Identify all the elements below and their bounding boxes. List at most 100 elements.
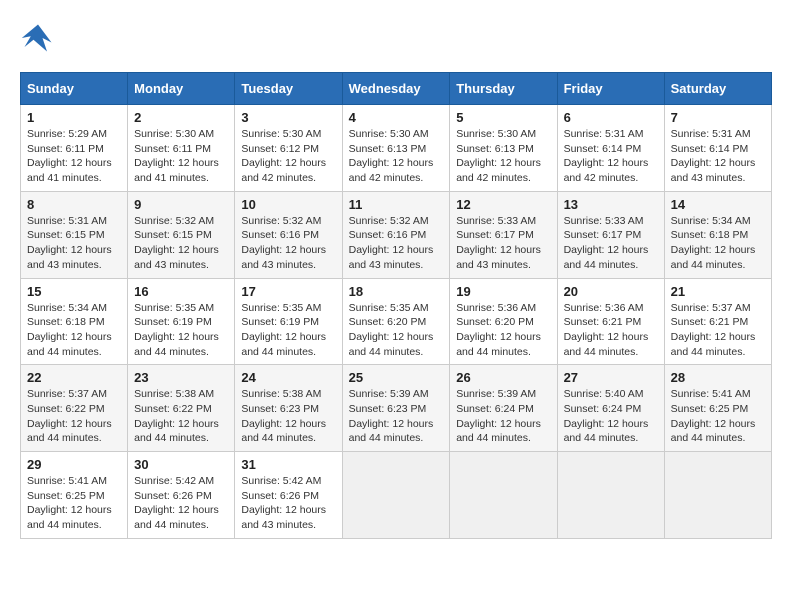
day-info: Sunrise: 5:29 AMSunset: 6:11 PMDaylight:…	[27, 127, 121, 186]
day-info: Sunrise: 5:37 AMSunset: 6:22 PMDaylight:…	[27, 387, 121, 446]
day-info: Sunrise: 5:37 AMSunset: 6:21 PMDaylight:…	[671, 301, 765, 360]
day-info: Sunrise: 5:39 AMSunset: 6:23 PMDaylight:…	[349, 387, 444, 446]
calendar-cell: 13 Sunrise: 5:33 AMSunset: 6:17 PMDayligh…	[557, 191, 664, 278]
day-number: 6	[564, 110, 658, 125]
day-number: 24	[241, 370, 335, 385]
calendar-cell: 15 Sunrise: 5:34 AMSunset: 6:18 PMDayligh…	[21, 278, 128, 365]
weekday-header: Tuesday	[235, 73, 342, 105]
calendar-table: SundayMondayTuesdayWednesdayThursdayFrid…	[20, 72, 772, 539]
day-info: Sunrise: 5:31 AMSunset: 6:14 PMDaylight:…	[564, 127, 658, 186]
calendar-cell: 27 Sunrise: 5:40 AMSunset: 6:24 PMDayligh…	[557, 365, 664, 452]
day-info: Sunrise: 5:36 AMSunset: 6:20 PMDaylight:…	[456, 301, 550, 360]
day-info: Sunrise: 5:34 AMSunset: 6:18 PMDaylight:…	[27, 301, 121, 360]
calendar-cell: 23Sunrise: 5:38 AMSunset: 6:22 PMDayligh…	[128, 365, 235, 452]
weekday-header: Monday	[128, 73, 235, 105]
day-number: 28	[671, 370, 765, 385]
day-info: Sunrise: 5:36 AMSunset: 6:21 PMDaylight:…	[564, 301, 658, 360]
logo-icon	[20, 20, 56, 56]
day-number: 20	[564, 284, 658, 299]
logo	[20, 20, 60, 56]
day-number: 22	[27, 370, 121, 385]
day-number: 21	[671, 284, 765, 299]
calendar-cell: 8 Sunrise: 5:31 AMSunset: 6:15 PMDaylight…	[21, 191, 128, 278]
day-info: Sunrise: 5:33 AMSunset: 6:17 PMDaylight:…	[456, 214, 550, 273]
calendar-cell: 31 Sunrise: 5:42 AMSunset: 6:26 PMDayligh…	[235, 452, 342, 539]
calendar-cell: 7 Sunrise: 5:31 AMSunset: 6:14 PMDaylight…	[664, 105, 771, 192]
calendar-cell: 26 Sunrise: 5:39 AMSunset: 6:24 PMDayligh…	[450, 365, 557, 452]
day-number: 8	[27, 197, 121, 212]
calendar-cell: 16 Sunrise: 5:35 AMSunset: 6:19 PMDayligh…	[128, 278, 235, 365]
calendar-cell: 28 Sunrise: 5:41 AMSunset: 6:25 PMDayligh…	[664, 365, 771, 452]
day-info: Sunrise: 5:32 AMSunset: 6:16 PMDaylight:…	[349, 214, 444, 273]
day-number: 19	[456, 284, 550, 299]
calendar-cell	[664, 452, 771, 539]
day-number: 16	[134, 284, 228, 299]
day-number: 13	[564, 197, 658, 212]
weekday-header: Friday	[557, 73, 664, 105]
day-number: 9	[134, 197, 228, 212]
calendar-cell: 18 Sunrise: 5:35 AMSunset: 6:20 PMDayligh…	[342, 278, 450, 365]
day-info: Sunrise: 5:35 AMSunset: 6:20 PMDaylight:…	[349, 301, 444, 360]
day-info: Sunrise: 5:41 AMSunset: 6:25 PMDaylight:…	[27, 474, 121, 533]
calendar-cell: 17 Sunrise: 5:35 AMSunset: 6:19 PMDayligh…	[235, 278, 342, 365]
day-number: 15	[27, 284, 121, 299]
weekday-header: Saturday	[664, 73, 771, 105]
day-number: 3	[241, 110, 335, 125]
day-number: 27	[564, 370, 658, 385]
calendar-cell: 1 Sunrise: 5:29 AMSunset: 6:11 PMDaylight…	[21, 105, 128, 192]
calendar-cell: 2 Sunrise: 5:30 AMSunset: 6:11 PMDaylight…	[128, 105, 235, 192]
calendar-cell: 4Sunrise: 5:30 AMSunset: 6:13 PMDaylight…	[342, 105, 450, 192]
calendar-cell: 29 Sunrise: 5:41 AMSunset: 6:25 PMDayligh…	[21, 452, 128, 539]
day-info: Sunrise: 5:30 AMSunset: 6:11 PMDaylight:…	[134, 127, 228, 186]
calendar-cell: 19 Sunrise: 5:36 AMSunset: 6:20 PMDayligh…	[450, 278, 557, 365]
day-info: Sunrise: 5:41 AMSunset: 6:25 PMDaylight:…	[671, 387, 765, 446]
day-number: 29	[27, 457, 121, 472]
day-info: Sunrise: 5:33 AMSunset: 6:17 PMDaylight:…	[564, 214, 658, 273]
day-number: 25	[349, 370, 444, 385]
day-number: 14	[671, 197, 765, 212]
day-info: Sunrise: 5:31 AMSunset: 6:14 PMDaylight:…	[671, 127, 765, 186]
calendar-cell: 22 Sunrise: 5:37 AMSunset: 6:22 PMDayligh…	[21, 365, 128, 452]
calendar-cell: 11 Sunrise: 5:32 AMSunset: 6:16 PMDayligh…	[342, 191, 450, 278]
calendar-cell: 14 Sunrise: 5:34 AMSunset: 6:18 PMDayligh…	[664, 191, 771, 278]
day-number: 17	[241, 284, 335, 299]
day-info: Sunrise: 5:34 AMSunset: 6:18 PMDaylight:…	[671, 214, 765, 273]
calendar-cell: 12 Sunrise: 5:33 AMSunset: 6:17 PMDayligh…	[450, 191, 557, 278]
day-info: Sunrise: 5:31 AMSunset: 6:15 PMDaylight:…	[27, 214, 121, 273]
day-info: Sunrise: 5:32 AMSunset: 6:15 PMDaylight:…	[134, 214, 228, 273]
day-info: Sunrise: 5:40 AMSunset: 6:24 PMDaylight:…	[564, 387, 658, 446]
day-number: 31	[241, 457, 335, 472]
day-info: Sunrise: 5:42 AMSunset: 6:26 PMDaylight:…	[241, 474, 335, 533]
day-info: Sunrise: 5:39 AMSunset: 6:24 PMDaylight:…	[456, 387, 550, 446]
calendar-cell: 25 Sunrise: 5:39 AMSunset: 6:23 PMDayligh…	[342, 365, 450, 452]
calendar-cell: 3Sunrise: 5:30 AMSunset: 6:12 PMDaylight…	[235, 105, 342, 192]
calendar-cell: 20 Sunrise: 5:36 AMSunset: 6:21 PMDayligh…	[557, 278, 664, 365]
weekday-header: Thursday	[450, 73, 557, 105]
day-info: Sunrise: 5:35 AMSunset: 6:19 PMDaylight:…	[134, 301, 228, 360]
calendar-cell: 30 Sunrise: 5:42 AMSunset: 6:26 PMDayligh…	[128, 452, 235, 539]
calendar-cell: 10 Sunrise: 5:32 AMSunset: 6:16 PMDayligh…	[235, 191, 342, 278]
day-info: Sunrise: 5:35 AMSunset: 6:19 PMDaylight:…	[241, 301, 335, 360]
calendar-cell: 6 Sunrise: 5:31 AMSunset: 6:14 PMDaylight…	[557, 105, 664, 192]
day-number: 11	[349, 197, 444, 212]
day-number: 18	[349, 284, 444, 299]
page-header	[20, 20, 772, 56]
calendar-cell: 21 Sunrise: 5:37 AMSunset: 6:21 PMDayligh…	[664, 278, 771, 365]
day-number: 1	[27, 110, 121, 125]
day-number: 7	[671, 110, 765, 125]
day-number: 30	[134, 457, 228, 472]
calendar-cell: 5Sunrise: 5:30 AMSunset: 6:13 PMDaylight…	[450, 105, 557, 192]
day-number: 10	[241, 197, 335, 212]
day-info: Sunrise: 5:42 AMSunset: 6:26 PMDaylight:…	[134, 474, 228, 533]
day-number: 12	[456, 197, 550, 212]
day-number: 26	[456, 370, 550, 385]
calendar-cell	[342, 452, 450, 539]
day-number: 2	[134, 110, 228, 125]
day-info: Sunrise: 5:38 AMSunset: 6:22 PMDaylight:…	[134, 387, 228, 446]
day-info: Sunrise: 5:30 AMSunset: 6:13 PMDaylight:…	[456, 127, 550, 186]
weekday-header: Sunday	[21, 73, 128, 105]
day-info: Sunrise: 5:38 AMSunset: 6:23 PMDaylight:…	[241, 387, 335, 446]
calendar-cell: 9 Sunrise: 5:32 AMSunset: 6:15 PMDaylight…	[128, 191, 235, 278]
day-info: Sunrise: 5:32 AMSunset: 6:16 PMDaylight:…	[241, 214, 335, 273]
day-info: Sunrise: 5:30 AMSunset: 6:13 PMDaylight:…	[349, 127, 444, 186]
